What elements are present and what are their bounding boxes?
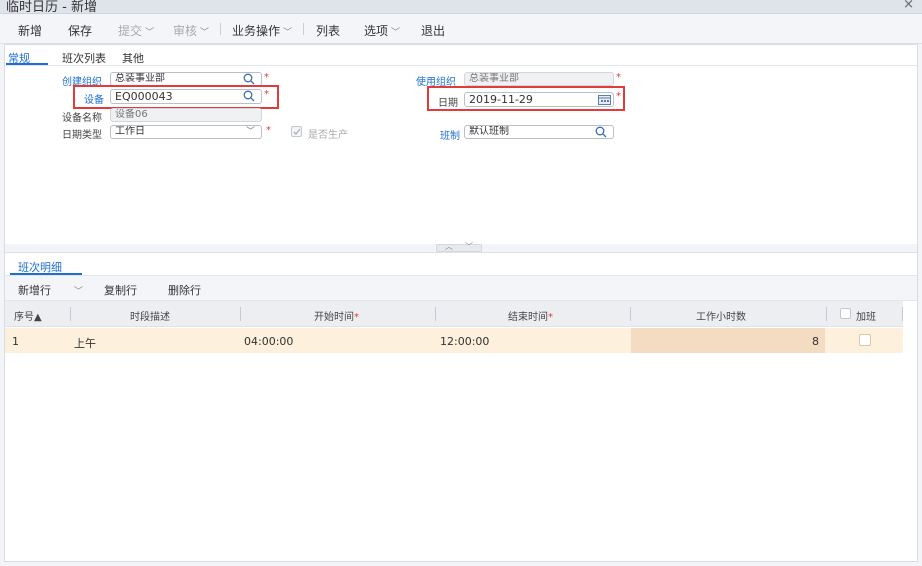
is-production-label: 是否生产	[308, 130, 348, 141]
required-mark: *	[616, 91, 621, 102]
shift-label[interactable]: 班制	[440, 127, 460, 142]
date-type-value: 工作日	[115, 126, 145, 137]
search-icon[interactable]	[243, 73, 255, 85]
overtime-header-checkbox[interactable]	[840, 308, 851, 319]
cell-seq[interactable]: 1	[12, 335, 19, 348]
required-mark: *	[548, 312, 553, 323]
chevron-down-icon[interactable]: ﹀	[74, 284, 83, 297]
grid-header: 序号▲ 时段描述 开始时间* 结束时间* 工作小时数 加班	[4, 301, 903, 327]
form-tabs: 常规 班次列表 其他	[4, 44, 918, 66]
window-titlebar: 临时日历 - 新增 ×	[0, 0, 922, 15]
exit-button[interactable]: 退出	[421, 22, 445, 39]
chevron-up-icon: ︿	[445, 242, 453, 251]
cell-period[interactable]: 上午	[74, 335, 96, 351]
shift-value: 默认班制	[469, 126, 509, 137]
column-overtime: 加班	[856, 312, 876, 323]
device-name-field: 设备06	[110, 108, 262, 122]
column-start-label: 开始时间	[314, 312, 354, 323]
device-name-value: 设备06	[115, 109, 148, 120]
column-start-time[interactable]: 开始时间*	[314, 308, 359, 323]
chevron-down-icon: ﹀	[465, 242, 473, 251]
new-button[interactable]: 新增	[18, 22, 42, 39]
toolbar-divider	[220, 23, 221, 35]
delete-row-button[interactable]: 删除行	[168, 282, 201, 298]
use-org-field: 总装事业部	[464, 72, 614, 86]
main-toolbar: 新增 保存 提交 ﹀ 审核 ﹀ 业务操作 ﹀ 列表 选项 ﹀ 退出	[0, 14, 922, 44]
shift-field[interactable]: 默认班制	[464, 125, 614, 139]
column-divider[interactable]	[902, 307, 903, 321]
device-value: EQ000043	[115, 90, 173, 103]
column-end-time[interactable]: 结束时间*	[508, 308, 553, 323]
device-name-label: 设备名称	[62, 113, 102, 124]
detail-toolbar: 新增行 ﹀ 复制行 删除行	[4, 275, 918, 301]
general-form: 创建组织 总装事业部 * 使用组织 总装事业部 * 设备 EQ000043 * …	[4, 66, 918, 244]
chevron-down-icon: ﹀	[245, 127, 255, 137]
cell-overtime-checkbox[interactable]	[859, 334, 871, 346]
search-icon[interactable]	[595, 126, 607, 138]
submit-label: 提交	[118, 24, 143, 38]
active-tab-indicator	[6, 63, 48, 65]
device-label[interactable]: 设备	[84, 91, 104, 106]
chevron-down-icon: ﹀	[283, 28, 293, 38]
tab-shift-list[interactable]: 班次列表	[62, 50, 106, 66]
business-ops-label: 业务操作	[232, 24, 281, 38]
cell-start-time[interactable]: 04:00:00	[244, 335, 293, 348]
business-ops-button[interactable]: 业务操作 ﹀	[232, 22, 292, 39]
search-icon[interactable]	[243, 90, 255, 102]
panel-collapse-handle[interactable]: ︿ ﹀	[436, 242, 482, 252]
column-divider[interactable]	[630, 307, 631, 321]
column-divider[interactable]	[435, 307, 436, 321]
add-row-button[interactable]: 新增行	[18, 282, 51, 298]
shift-detail-section: 班次明细 新增行 ﹀ 复制行 删除行 序号▲ 时段描述 开始时间* 结束时间* …	[4, 252, 918, 562]
column-divider[interactable]	[70, 307, 71, 321]
column-divider[interactable]	[826, 307, 827, 321]
required-mark: *	[264, 72, 269, 83]
date-field[interactable]: 2019-11-29	[464, 92, 614, 107]
is-production-checkbox[interactable]	[291, 126, 302, 137]
use-org-value: 总装事业部	[469, 73, 519, 84]
required-mark: *	[266, 125, 271, 136]
tab-other[interactable]: 其他	[122, 50, 144, 66]
required-mark: *	[616, 72, 621, 83]
column-divider[interactable]	[240, 307, 241, 321]
cell-work-hours[interactable]: 8	[704, 335, 819, 348]
audit-button[interactable]: 审核 ﹀	[173, 22, 209, 39]
chevron-down-icon: ﹀	[145, 28, 155, 38]
table-row[interactable]: 1 上午 04:00:00 12:00:00 8	[4, 328, 903, 353]
required-mark: *	[264, 89, 269, 100]
save-button[interactable]: 保存	[68, 22, 92, 39]
column-seq[interactable]: 序号▲	[14, 308, 42, 323]
date-value: 2019-11-29	[469, 93, 533, 106]
date-type-label: 日期类型	[62, 130, 102, 141]
date-label: 日期	[438, 98, 458, 109]
window-title: 临时日历 - 新增	[6, 0, 97, 15]
close-icon[interactable]: ×	[903, 0, 914, 12]
copy-row-button[interactable]: 复制行	[104, 282, 137, 298]
list-button[interactable]: 列表	[316, 22, 340, 39]
column-work-hours[interactable]: 工作小时数	[696, 308, 746, 323]
device-field[interactable]: EQ000043	[110, 89, 262, 104]
cell-end-time[interactable]: 12:00:00	[440, 335, 489, 348]
create-org-value: 总装事业部	[115, 73, 165, 84]
required-mark: *	[354, 312, 359, 323]
column-period[interactable]: 时段描述	[130, 308, 170, 323]
audit-label: 审核	[173, 24, 198, 38]
date-type-select[interactable]: 工作日 ﹀	[110, 125, 262, 139]
chevron-down-icon: ﹀	[391, 28, 401, 38]
check-icon	[293, 128, 301, 135]
column-end-label: 结束时间	[508, 312, 548, 323]
submit-button[interactable]: 提交 ﹀	[118, 22, 154, 39]
chevron-down-icon: ﹀	[200, 28, 210, 38]
calendar-icon[interactable]	[598, 94, 611, 105]
create-org-field[interactable]: 总装事业部	[110, 72, 262, 86]
options-label: 选项	[364, 24, 389, 38]
options-button[interactable]: 选项 ﹀	[364, 22, 400, 39]
toolbar-divider	[303, 23, 304, 35]
